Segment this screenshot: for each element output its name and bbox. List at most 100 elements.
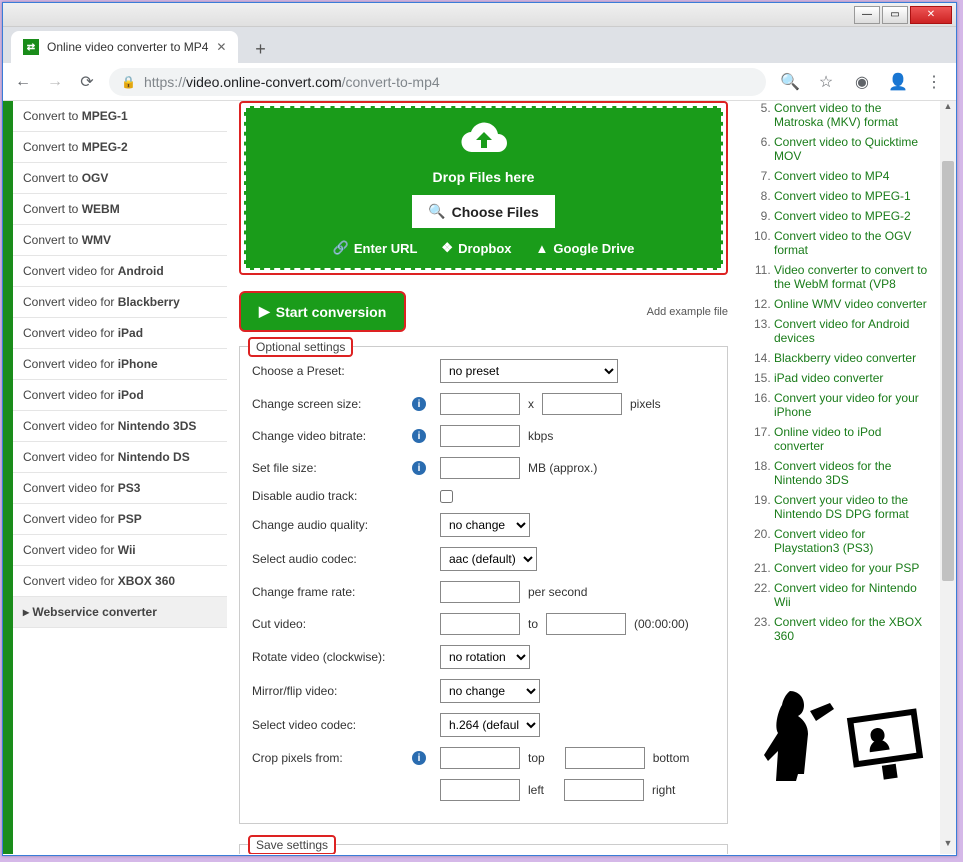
sidebar-item[interactable]: Convert video for XBOX 360 — [13, 566, 227, 597]
enter-url-link[interactable]: 🔗Enter URL — [333, 240, 418, 256]
bitrate-label: Change video bitrate: — [252, 429, 412, 443]
rotate-label: Rotate video (clockwise): — [252, 650, 412, 664]
window-minimize[interactable]: — — [854, 6, 880, 24]
related-link[interactable]: Convert video to the OGV format — [774, 229, 911, 257]
info-icon[interactable]: i — [412, 461, 426, 475]
info-icon[interactable]: i — [412, 397, 426, 411]
sidebar-item[interactable]: Convert video for Blackberry — [13, 287, 227, 318]
related-link[interactable]: Convert videos for the Nintendo 3DS — [774, 459, 891, 487]
dropbox-link[interactable]: ❖Dropbox — [441, 240, 511, 256]
crop-bottom-input[interactable] — [565, 747, 645, 769]
screen-height-input[interactable] — [542, 393, 622, 415]
tab-close-icon[interactable]: ✕ — [216, 40, 226, 54]
start-conversion-button[interactable]: ▶ Start conversion — [239, 291, 406, 332]
mirror-select[interactable]: no change — [440, 679, 540, 703]
related-link[interactable]: Convert video to Quicktime MOV — [774, 135, 918, 163]
sidebar-item[interactable]: Convert to WMV — [13, 225, 227, 256]
dropzone-text: Drop Files here — [256, 169, 711, 185]
sidebar-item[interactable]: Convert video for Nintendo 3DS — [13, 411, 227, 442]
main-content: Drop Files here 🔍 Choose Files 🔗Enter UR… — [227, 101, 740, 854]
crop-right-input[interactable] — [564, 779, 644, 801]
sidebar-item[interactable]: Convert to MPEG-2 — [13, 132, 227, 163]
optional-settings-legend: Optional settings — [248, 337, 353, 357]
related-link[interactable]: Convert video to the Matroska (MKV) form… — [774, 101, 898, 129]
related-link-item: Convert video to MPEG-1 — [774, 189, 934, 203]
related-link[interactable]: Convert video for the XBOX 360 — [774, 615, 922, 643]
sidebar-item[interactable]: Convert to OGV — [13, 163, 227, 194]
back-icon[interactable]: ← — [13, 73, 33, 91]
framerate-input[interactable] — [440, 581, 520, 603]
related-link[interactable]: Convert your video for your iPhone — [774, 391, 919, 419]
star-icon[interactable]: ☆ — [814, 72, 838, 92]
mirror-label: Mirror/flip video: — [252, 684, 412, 698]
related-link[interactable]: Convert video for Playstation3 (PS3) — [774, 527, 873, 555]
related-link-item: Convert video for Nintendo Wii — [774, 581, 934, 609]
scrollbar[interactable]: ▲ ▼ — [940, 101, 956, 854]
related-link[interactable]: Online video to iPod converter — [774, 425, 881, 453]
related-link[interactable]: Convert your video to the Nintendo DS DP… — [774, 493, 909, 521]
cut-from-input[interactable] — [440, 613, 520, 635]
window-maximize[interactable]: ▭ — [882, 6, 908, 24]
audio-quality-select[interactable]: no change — [440, 513, 530, 537]
sidebar-item[interactable]: Convert to MPEG-1 — [13, 101, 227, 132]
crop-left-input[interactable] — [440, 779, 520, 801]
filesize-input[interactable] — [440, 457, 520, 479]
bitrate-input[interactable] — [440, 425, 520, 447]
related-link[interactable]: Video converter to convert to the WebM f… — [774, 263, 927, 291]
related-link-item: Convert video to the Matroska (MKV) form… — [774, 101, 934, 129]
zoom-icon[interactable]: 🔍 — [778, 72, 802, 92]
menu-icon[interactable]: ⋮ — [922, 72, 946, 92]
related-link[interactable]: Convert video for your PSP — [774, 561, 919, 575]
preset-select[interactable]: no preset — [440, 359, 618, 383]
related-link-item: Convert video to the OGV format — [774, 229, 934, 257]
scroll-up-icon[interactable]: ▲ — [940, 101, 956, 117]
sidebar-item[interactable]: Convert video for Android — [13, 256, 227, 287]
related-link[interactable]: Convert video for Nintendo Wii — [774, 581, 917, 609]
related-link-item: Convert your video for your iPhone — [774, 391, 934, 419]
related-link-item: Blackberry video converter — [774, 351, 934, 365]
related-link[interactable]: Online WMV video converter — [774, 297, 927, 311]
related-link-item: Convert video for Android devices — [774, 317, 934, 345]
info-icon[interactable]: i — [412, 751, 426, 765]
related-link[interactable]: Convert video for Android devices — [774, 317, 909, 345]
add-example-link[interactable]: Add example file — [647, 306, 728, 318]
sidebar-item[interactable]: Convert video for Nintendo DS — [13, 442, 227, 473]
gdrive-link[interactable]: ▲Google Drive — [536, 240, 635, 256]
dropzone[interactable]: Drop Files here 🔍 Choose Files 🔗Enter UR… — [239, 101, 728, 275]
cloud-upload-icon — [256, 120, 711, 163]
gdrive-icon: ▲ — [536, 241, 549, 256]
sidebar-item[interactable]: Convert video for PSP — [13, 504, 227, 535]
related-link[interactable]: iPad video converter — [774, 371, 883, 385]
sidebar-item[interactable]: Convert video for Wii — [13, 535, 227, 566]
browser-tab[interactable]: ⇄ Online video converter to MP4 ✕ — [11, 31, 238, 63]
screen-width-input[interactable] — [440, 393, 520, 415]
info-icon[interactable]: i — [412, 429, 426, 443]
related-link[interactable]: Blackberry video converter — [774, 351, 916, 365]
rotate-select[interactable]: no rotation — [440, 645, 530, 669]
vcodec-select[interactable]: h.264 (default) — [440, 713, 540, 737]
new-tab-button[interactable]: + — [246, 35, 274, 63]
sidebar-item[interactable]: Convert video for iPod — [13, 380, 227, 411]
sidebar-item[interactable]: Convert to WEBM — [13, 194, 227, 225]
profile-icon[interactable]: 👤 — [886, 72, 910, 92]
related-link[interactable]: Convert video to MP4 — [774, 169, 889, 183]
reload-icon[interactable]: ⟳ — [77, 72, 97, 92]
sidebar-item[interactable]: Convert video for iPad — [13, 318, 227, 349]
crop-top-input[interactable] — [440, 747, 520, 769]
url-bar[interactable]: 🔒 https://video.online-convert.com/conve… — [109, 68, 766, 96]
sidebar-item-webservice[interactable]: Webservice converter — [13, 597, 227, 628]
related-link[interactable]: Convert video to MPEG-1 — [774, 189, 911, 203]
cut-to-input[interactable] — [546, 613, 626, 635]
scrollbar-thumb[interactable] — [942, 161, 954, 581]
disable-audio-checkbox[interactable] — [440, 490, 453, 503]
choose-files-button[interactable]: 🔍 Choose Files — [412, 195, 555, 228]
scroll-down-icon[interactable]: ▼ — [940, 838, 956, 854]
related-link[interactable]: Convert video to MPEG-2 — [774, 209, 911, 223]
sidebar-item[interactable]: Convert video for PS3 — [13, 473, 227, 504]
sidebar-item[interactable]: Convert video for iPhone — [13, 349, 227, 380]
illustration — [750, 671, 934, 781]
extension-icon[interactable]: ◉ — [850, 72, 874, 92]
window-close[interactable]: ✕ — [910, 6, 952, 24]
audio-codec-select[interactable]: aac (default) — [440, 547, 537, 571]
related-link-item: Convert video for Playstation3 (PS3) — [774, 527, 934, 555]
